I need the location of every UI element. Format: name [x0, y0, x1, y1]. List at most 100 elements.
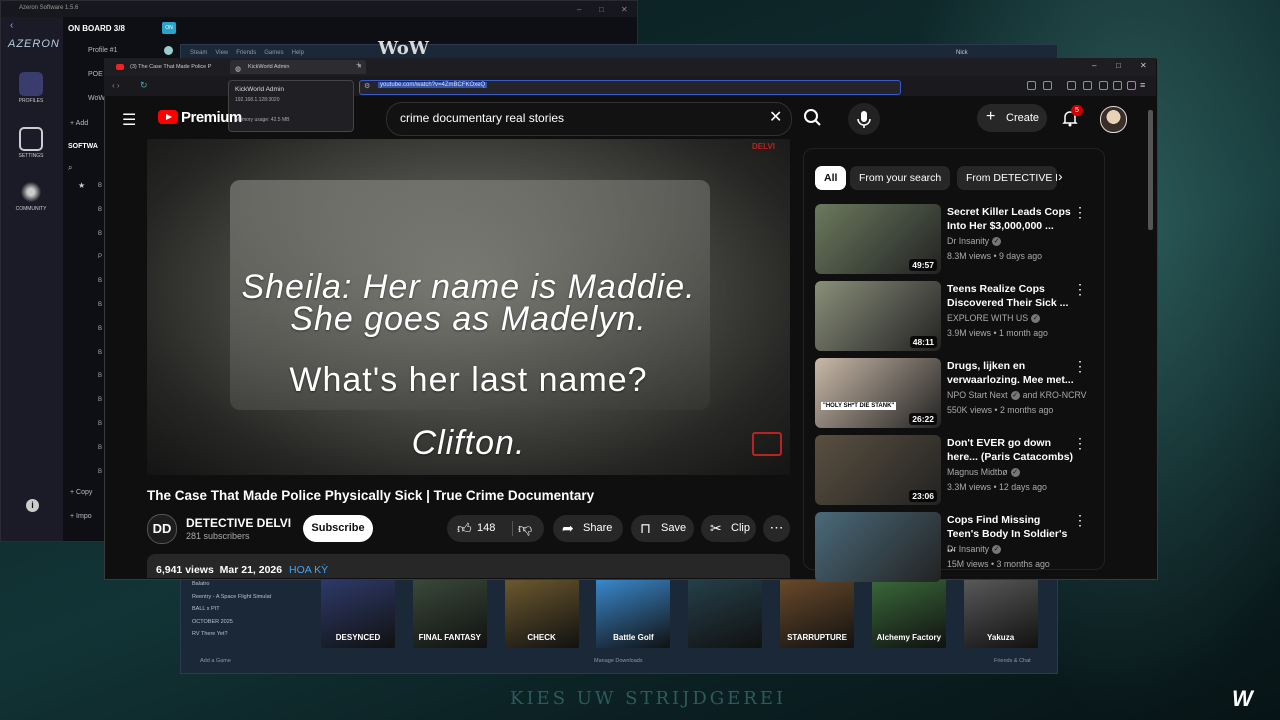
- software-list-item[interactable]: B: [98, 469, 102, 475]
- add-game-button[interactable]: Add a Game: [200, 658, 231, 664]
- extension-icon[interactable]: [1043, 81, 1052, 90]
- search-icon[interactable]: ⌕: [68, 163, 72, 173]
- video-menu-icon[interactable]: ⋮: [1073, 512, 1087, 529]
- video-menu-icon[interactable]: ⋮: [1073, 281, 1087, 298]
- scrollbar[interactable]: [1148, 110, 1153, 230]
- channel-watermark[interactable]: DELVI: [752, 142, 775, 151]
- library-item[interactable]: Reentry - A Space Flight Simulat: [186, 591, 310, 604]
- chip-from-search[interactable]: From your search: [850, 166, 951, 190]
- related-video-channel[interactable]: Dr Insanity ✓: [947, 236, 1002, 247]
- video-menu-icon[interactable]: ⋮: [1073, 204, 1087, 221]
- menu-help[interactable]: Help: [292, 50, 304, 56]
- library-item[interactable]: BALL x PIT: [186, 603, 310, 616]
- info-icon[interactable]: i: [26, 499, 39, 512]
- location-tag[interactable]: HOA KỲ: [289, 564, 328, 576]
- game-tile[interactable]: STARRUPTURE: [780, 578, 854, 648]
- reload-icon[interactable]: ↻: [140, 80, 148, 91]
- related-video-title[interactable]: Teens Realize Cops Discovered Their Sick…: [947, 282, 1075, 310]
- channel-name[interactable]: DETECTIVE DELVI: [186, 516, 291, 530]
- library-section[interactable]: OCTOBER 2025: [186, 616, 310, 629]
- save-button[interactable]: ⊓ Save: [631, 515, 694, 542]
- video-thumbnail[interactable]: 23:06: [815, 435, 941, 505]
- video-menu-icon[interactable]: ⋮: [1073, 358, 1087, 375]
- create-button[interactable]: + Create: [977, 104, 1047, 132]
- site-info-icon[interactable]: ⚙: [364, 82, 370, 90]
- close-icon[interactable]: ✕: [1140, 61, 1147, 70]
- sidebar-item-community[interactable]: COMMUNITY: [8, 180, 54, 212]
- related-video[interactable]: "HOLY SH*T DIE STANK" 26:22 Drugs, lijken …: [815, 358, 1097, 428]
- related-video-channel[interactable]: EXPLORE WITH US ✓: [947, 313, 1041, 324]
- friends-chat-button[interactable]: Friends & Chat: [994, 658, 1031, 664]
- game-tile[interactable]: Alchemy Factory: [871, 578, 946, 648]
- extension-icon[interactable]: [1027, 81, 1036, 90]
- software-list-item[interactable]: B: [98, 350, 102, 356]
- game-tile[interactable]: Yakuza: [963, 578, 1038, 648]
- related-video[interactable]: 23:06 Don't EVER go down here... (Paris C…: [815, 435, 1097, 505]
- software-list-item[interactable]: B: [98, 302, 102, 308]
- software-list-item[interactable]: B: [98, 326, 102, 332]
- hamburger-icon[interactable]: ☰: [122, 110, 136, 130]
- game-tile[interactable]: FINAL FANTASY: [412, 578, 487, 648]
- like-count[interactable]: 148: [477, 515, 495, 542]
- extension-icon[interactable]: [1099, 81, 1108, 90]
- related-video-title[interactable]: Secret Killer Leads Cops Into Her $3,000…: [947, 205, 1075, 233]
- maximize-icon[interactable]: □: [1116, 61, 1121, 70]
- software-list-item[interactable]: B: [98, 373, 102, 379]
- channel-avatar[interactable]: DD: [147, 514, 177, 544]
- software-list-item[interactable]: B: [98, 278, 102, 284]
- account-avatar[interactable]: [1100, 106, 1127, 133]
- game-tile[interactable]: CHECK: [504, 578, 579, 648]
- game-tile[interactable]: [688, 578, 763, 648]
- related-video-title[interactable]: Drugs, lijken en verwaarlozing. Mee met.…: [947, 359, 1075, 387]
- search-icon[interactable]: [798, 103, 828, 133]
- mic-icon[interactable]: [848, 103, 880, 135]
- software-list-item[interactable]: B: [98, 397, 102, 403]
- video-thumbnail[interactable]: 49:57: [815, 204, 941, 274]
- menu-games[interactable]: Games: [264, 50, 283, 56]
- url-text[interactable]: youtube.com/watch?v=4ZmBCFKOxeQ: [378, 82, 488, 88]
- back-arrow-icon[interactable]: ‹: [10, 20, 13, 31]
- maximize-icon[interactable]: □: [599, 5, 604, 14]
- profile-item[interactable]: WoW: [88, 95, 105, 102]
- related-video[interactable]: Cops Find Missing Teen's Body In Soldier…: [815, 512, 1097, 582]
- software-list-item[interactable]: B: [98, 445, 102, 451]
- more-actions-icon[interactable]: ⋯: [763, 515, 790, 542]
- related-video-title[interactable]: Don't EVER go down here... (Paris Cataco…: [947, 436, 1075, 464]
- back-icon[interactable]: ‹ ›: [112, 81, 120, 90]
- close-icon[interactable]: ✕: [621, 5, 628, 14]
- on-badge[interactable]: ON: [162, 22, 176, 34]
- software-list-item[interactable]: B: [98, 207, 102, 213]
- software-list-item[interactable]: B: [98, 421, 102, 427]
- game-tile[interactable]: Battle Golf: [596, 578, 671, 648]
- menu-view[interactable]: View: [215, 50, 228, 56]
- software-list-item[interactable]: B: [98, 183, 102, 189]
- tab-kickworld[interactable]: ◍ KickWorld Admin ✕: [230, 60, 366, 74]
- sidebar-item-profiles[interactable]: PROFILES: [8, 72, 54, 104]
- steam-user[interactable]: Nick: [956, 50, 968, 56]
- new-tab-button[interactable]: +: [356, 60, 361, 69]
- clear-search-icon[interactable]: ✕: [769, 107, 782, 127]
- video-thumbnail[interactable]: [815, 512, 941, 582]
- extension-icon[interactable]: [1113, 81, 1122, 90]
- copy-button[interactable]: + Copy: [70, 489, 92, 496]
- tab-youtube[interactable]: (3) The Case That Made Police P ✕: [112, 60, 244, 74]
- search-input[interactable]: crime documentary real stories: [400, 111, 564, 125]
- library-item[interactable]: RV There Yet?: [186, 628, 310, 641]
- software-list-item[interactable]: P: [98, 254, 102, 260]
- manage-downloads-button[interactable]: Manage Downloads: [594, 658, 643, 664]
- video-thumbnail[interactable]: 48:11: [815, 281, 941, 351]
- related-video[interactable]: 48:11 Teens Realize Cops Discovered Their…: [815, 281, 1097, 351]
- youtube-logo-icon[interactable]: [158, 110, 178, 124]
- thumbs-up-icon[interactable]: 👍︎: [457, 515, 472, 542]
- related-video-channel[interactable]: Dr Insanity ✓: [947, 544, 1002, 555]
- menu-friends[interactable]: Friends: [236, 50, 256, 56]
- subscribe-button[interactable]: Subscribe: [303, 515, 373, 542]
- browser-menu-icon[interactable]: ≡: [1140, 80, 1145, 90]
- game-tile[interactable]: DESYNCED: [321, 578, 395, 648]
- related-video-channel[interactable]: Magnus Midtbø ✓: [947, 467, 1020, 478]
- profile-item[interactable]: POE: [88, 71, 103, 78]
- extension-icon[interactable]: [1083, 81, 1092, 90]
- software-list-item[interactable]: B: [98, 231, 102, 237]
- related-video[interactable]: 49:57 Secret Killer Leads Cops Into Her $…: [815, 204, 1097, 274]
- clip-button[interactable]: ✂ Clip: [701, 515, 756, 542]
